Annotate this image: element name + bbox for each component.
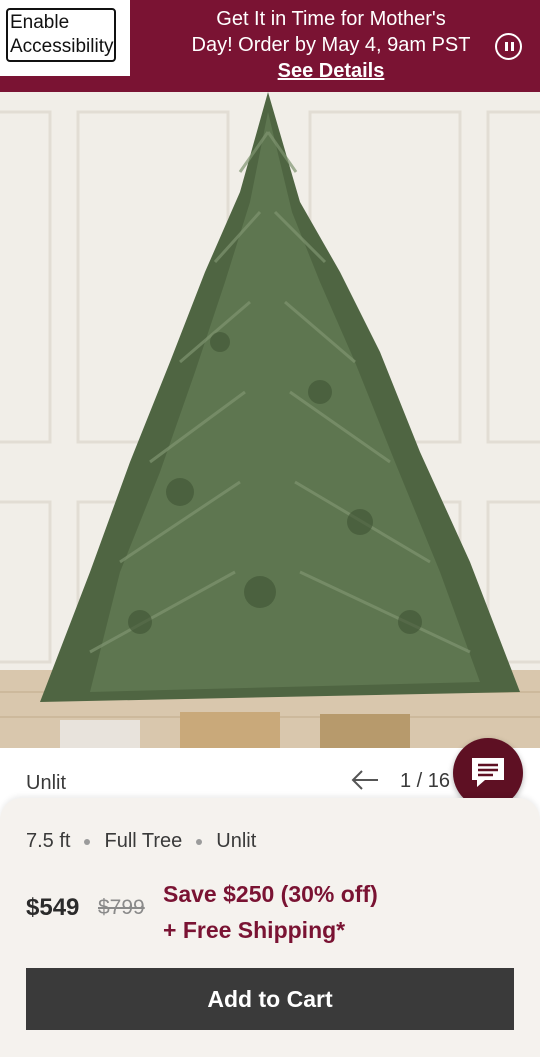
promo-line-1: Get It in Time for Mother's [216, 8, 446, 30]
accessibility-container: Enable Accessibility [0, 0, 130, 76]
promo-banner: Enable Accessibility Get It in Time for … [0, 0, 540, 92]
sale-price: $549 [26, 894, 80, 921]
option-lighting: Unlit [216, 830, 257, 852]
promo-message: Get It in Time for Mother's Day! Order b… [140, 6, 522, 84]
separator-dot [84, 838, 91, 845]
option-height: 7.5 ft [26, 830, 71, 852]
separator-dot [196, 838, 203, 845]
christmas-tree-image [0, 92, 540, 748]
purchase-panel: 7.5 ft Full Tree Unlit $549 $799 Save $250… [0, 798, 540, 1057]
accessibility-label-line2: Accessibility [10, 36, 114, 57]
image-counter: 1 / 16 [400, 770, 451, 792]
shipping-text: + Free Shipping* [163, 917, 346, 943]
option-shape: Full Tree [104, 830, 183, 852]
promo-line-2: Day! Order by May 4, 9am PST [191, 34, 471, 56]
enable-accessibility-button[interactable]: Enable Accessibility [6, 8, 116, 62]
see-details-link[interactable]: See Details [278, 60, 385, 82]
add-to-cart-button[interactable]: Add to Cart [26, 968, 514, 1030]
savings-message: Save $250 (30% off) + Free Shipping* [163, 876, 378, 948]
accessibility-label-line1: Enable [10, 12, 70, 33]
left-arrow-icon[interactable] [350, 768, 380, 792]
pause-icon[interactable] [495, 33, 522, 60]
original-price: $799 [98, 896, 145, 919]
savings-text: Save $250 (30% off) [163, 881, 378, 907]
variant-caption: Unlit [26, 772, 67, 794]
product-image[interactable] [0, 92, 540, 748]
selected-options: 7.5 ft Full Tree Unlit [26, 830, 256, 853]
